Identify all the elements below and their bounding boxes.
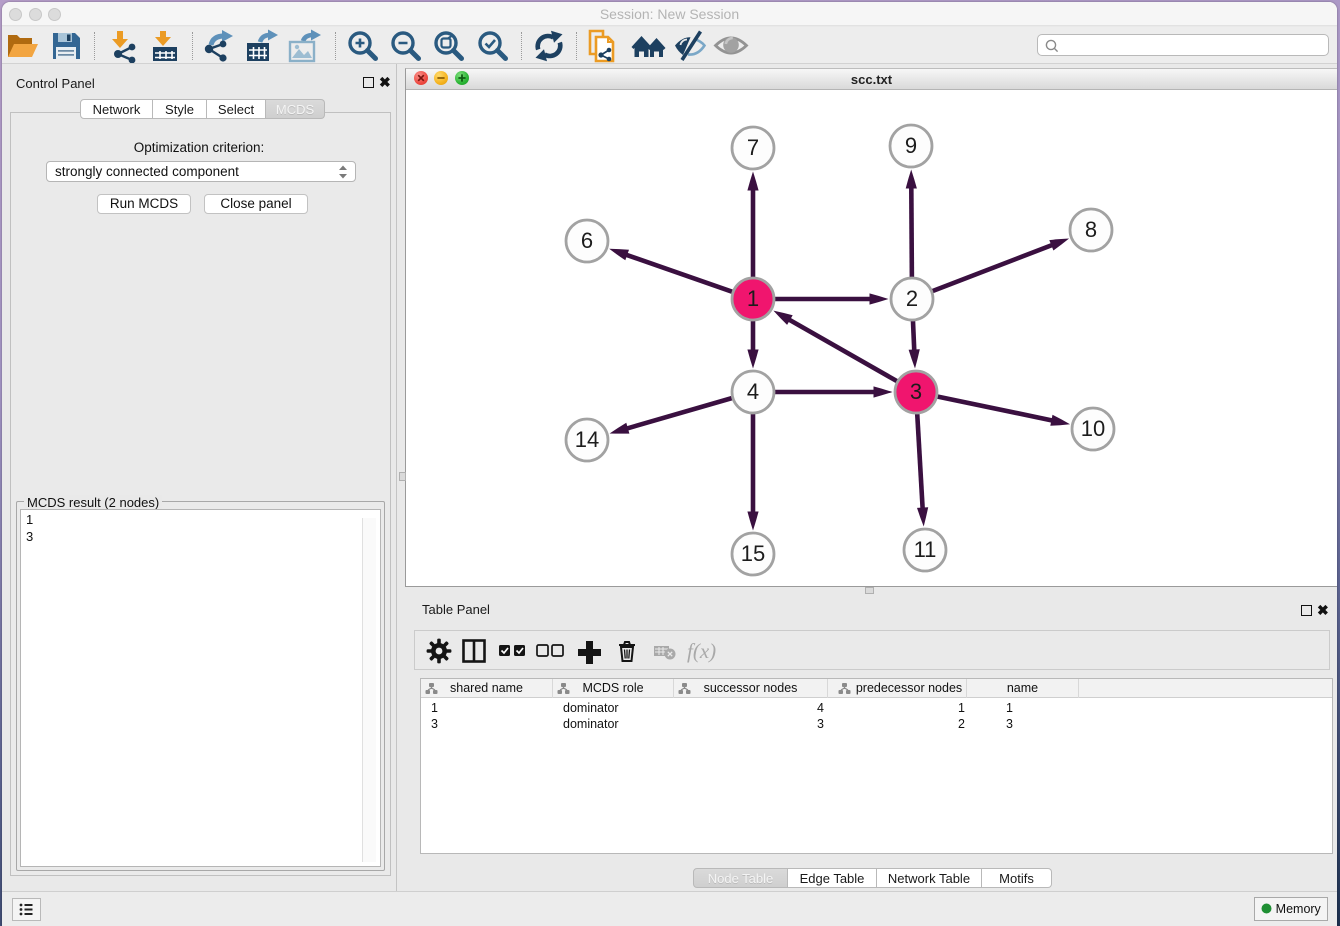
svg-text:9: 9: [905, 133, 917, 158]
svg-text:1: 1: [747, 286, 759, 311]
svg-text:f(x): f(x): [687, 639, 716, 663]
svg-text:11: 11: [914, 537, 937, 562]
svg-text:3: 3: [910, 379, 922, 404]
svg-text:15: 15: [741, 541, 765, 566]
svg-text:7: 7: [747, 135, 759, 160]
svg-text:8: 8: [1085, 217, 1097, 242]
svg-text:4: 4: [747, 379, 759, 404]
svg-text:2: 2: [906, 286, 918, 311]
svg-text:14: 14: [575, 427, 599, 452]
svg-text:10: 10: [1081, 416, 1105, 441]
svg-text:6: 6: [581, 228, 593, 253]
